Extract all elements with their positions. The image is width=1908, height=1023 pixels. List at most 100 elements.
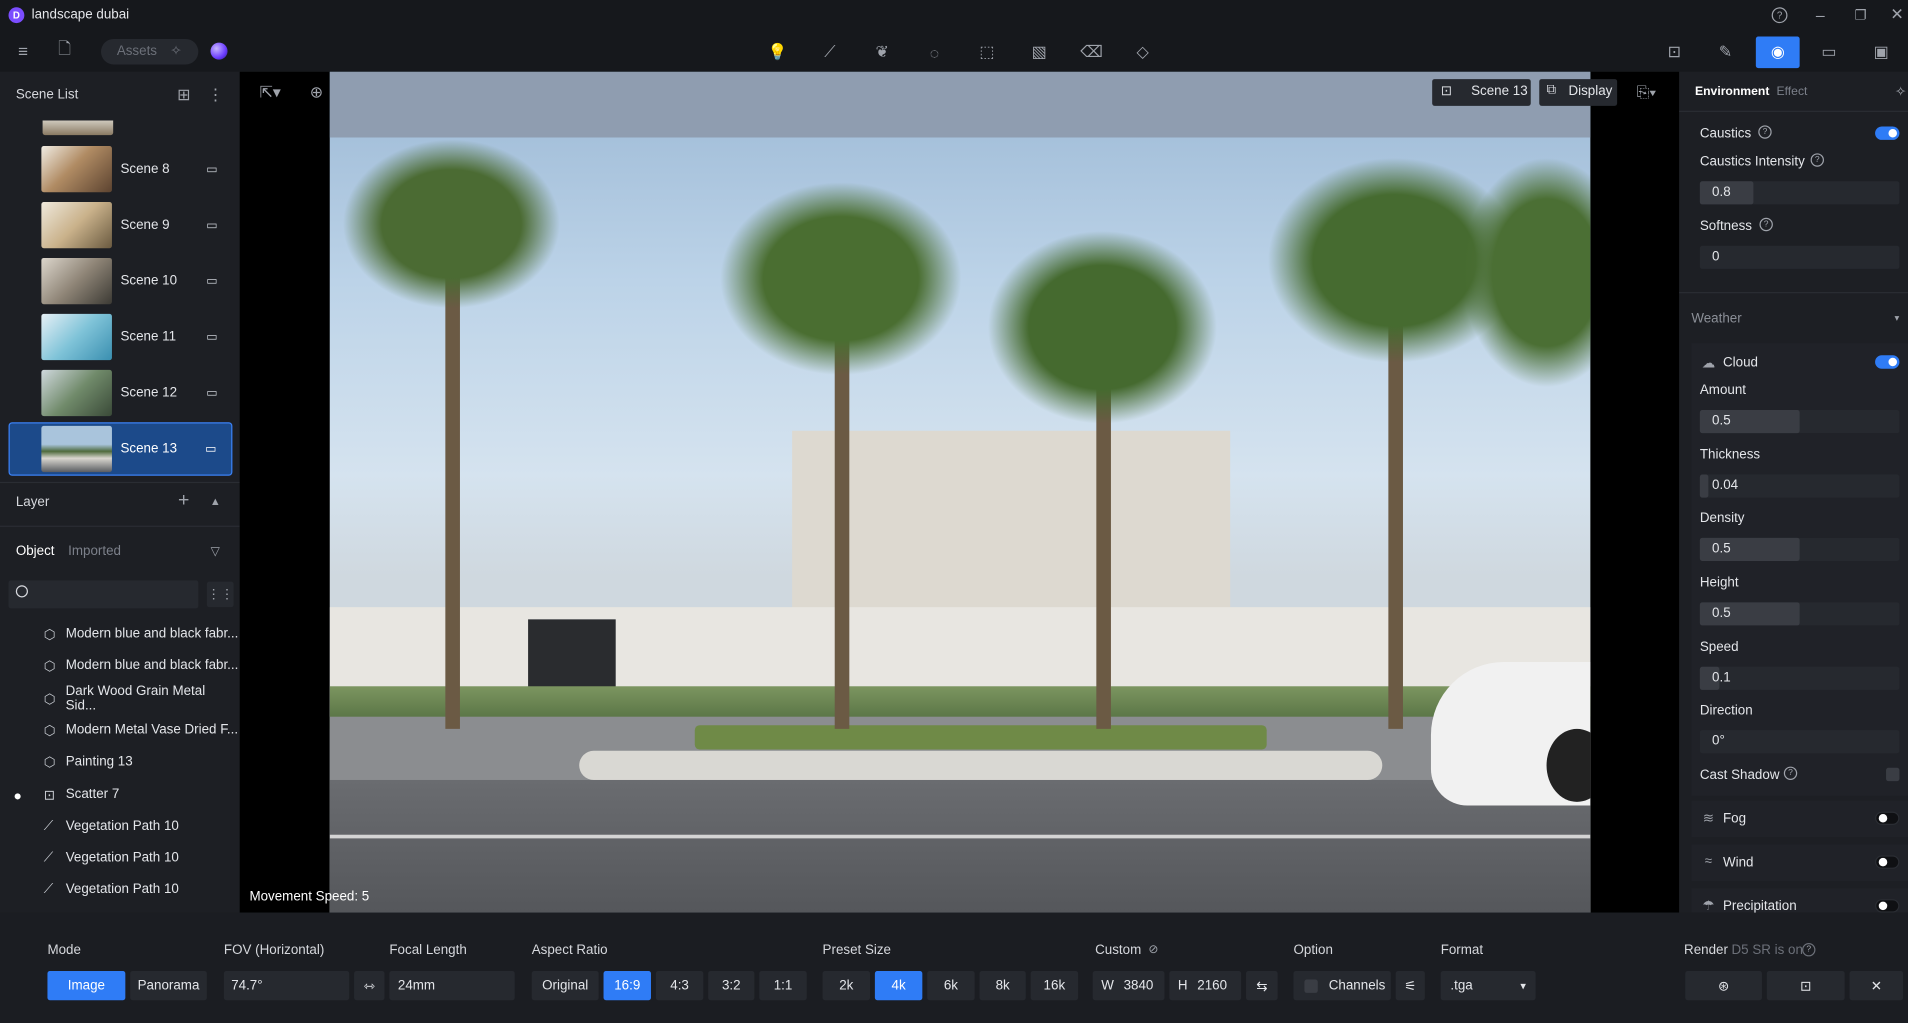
cast-shadow-checkbox[interactable]	[1886, 767, 1900, 782]
export-icon[interactable]: ⇱▾	[254, 83, 286, 102]
scene-item-selected[interactable]: Scene 13 ▭	[8, 422, 233, 476]
layer-search-input[interactable]	[8, 580, 199, 609]
transform-icon[interactable]: ⬚	[976, 41, 998, 63]
camera-small-icon[interactable]: ▭	[206, 330, 218, 343]
chevron-down-icon[interactable]: ▾	[1891, 312, 1903, 324]
video-icon[interactable]: ▭	[1818, 41, 1840, 63]
aspect-3-2-button[interactable]: 3:2	[708, 971, 755, 1001]
fov-input[interactable]: 74.7°	[223, 971, 350, 1001]
scene-item[interactable]: Scene 10 ▭	[9, 254, 233, 308]
tab-environment[interactable]: Environment	[1695, 85, 1769, 98]
scene-selector[interactable]: ⊡ Scene 13	[1432, 79, 1531, 106]
aspect-original-button[interactable]: Original	[531, 971, 599, 1001]
cloud-toggle[interactable]	[1875, 355, 1900, 369]
tab-object[interactable]: Object	[16, 544, 55, 559]
height-slider[interactable]: 0.5	[1699, 602, 1900, 626]
globe-icon[interactable]: ⊕	[307, 83, 326, 102]
file-icon[interactable]: 🗋	[55, 39, 74, 60]
add-layer-icon[interactable]: +	[175, 490, 192, 511]
preset-16k-button[interactable]: 16k	[1030, 971, 1079, 1001]
render-image-button[interactable]: ⊡	[1766, 971, 1845, 1001]
collapse-icon[interactable]: ▲	[208, 493, 223, 510]
list-item[interactable]: ⟋ Vegetation Path 10	[29, 842, 238, 874]
more-options-icon[interactable]: ⋮	[207, 85, 223, 103]
amount-slider[interactable]: 0.5	[1699, 410, 1900, 434]
channels-checkbox[interactable]	[1304, 978, 1318, 993]
render-settings-icon[interactable]: ⊡	[1663, 41, 1685, 63]
flame-icon[interactable]: ◌	[924, 41, 946, 63]
camera-small-icon[interactable]: ▭	[205, 442, 217, 455]
swap-dimensions-icon[interactable]: ⇆	[1246, 971, 1278, 1001]
aspect-1-1-button[interactable]: 1:1	[759, 971, 807, 1001]
camera-small-icon[interactable]: ▭	[206, 162, 218, 175]
path-tool-icon[interactable]: ⟋	[819, 41, 841, 63]
help-icon[interactable]: ?	[1771, 7, 1788, 24]
softness-slider[interactable]: 0	[1699, 245, 1900, 269]
list-item[interactable]: ⊡ Scatter 7	[29, 779, 238, 811]
close-render-button[interactable]: ✕	[1849, 971, 1904, 1001]
preset-6k-button[interactable]: 6k	[927, 971, 975, 1001]
caustics-intensity-slider[interactable]: 0.8	[1699, 181, 1900, 205]
width-input[interactable]: W 3840	[1092, 971, 1165, 1001]
light-bulb-icon[interactable]: 💡	[767, 41, 789, 63]
aspect-16-9-button[interactable]: 16:9	[603, 971, 651, 1001]
unlink-icon[interactable]: ⊘	[1146, 942, 1161, 957]
gallery-icon[interactable]: ▣	[1870, 41, 1892, 63]
caustics-toggle[interactable]	[1875, 126, 1900, 140]
thickness-slider[interactable]: 0.04	[1699, 474, 1900, 498]
preset-2k-button[interactable]: 2k	[822, 971, 871, 1001]
speed-slider[interactable]: 0.1	[1699, 666, 1900, 690]
aspect-4-3-button[interactable]: 4:3	[655, 971, 704, 1001]
info-icon[interactable]: ?	[1758, 125, 1772, 139]
brush-icon[interactable]: ⌫	[1080, 41, 1102, 63]
list-item[interactable]: ⬡ Modern blue and black fabr...	[29, 618, 239, 650]
scene-item[interactable]: Scene 8 ▭	[9, 142, 233, 196]
camera-small-icon[interactable]: ▭	[206, 386, 218, 399]
info-icon[interactable]: ?	[1802, 943, 1816, 957]
list-item[interactable]: ⬡ Modern Metal Vase Dried F...	[29, 714, 238, 746]
list-item[interactable]: ⟋ Vegetation Path 10	[29, 810, 238, 842]
edit-image-icon[interactable]: ✎	[1714, 41, 1736, 63]
preset-8k-button[interactable]: 8k	[979, 971, 1026, 1001]
leaf-icon[interactable]: ❦	[871, 41, 893, 63]
add-scene-icon[interactable]: ⊞	[175, 85, 192, 103]
fov-lock-icon[interactable]: ⇿	[354, 971, 385, 1001]
list-item[interactable]: ⬡ Dark Wood Grain Metal Sid...	[29, 683, 238, 715]
tab-effect[interactable]: Effect	[1777, 85, 1808, 98]
precipitation-toggle[interactable]	[1875, 899, 1900, 913]
channels-option[interactable]: Channels	[1293, 971, 1391, 1001]
camera-small-icon[interactable]: ▭	[206, 218, 218, 231]
mode-panorama-button[interactable]: Panorama	[130, 971, 207, 1001]
info-icon[interactable]: ?	[1783, 766, 1798, 780]
render-settings-button[interactable]: ⊛	[1685, 971, 1762, 1001]
ai-settings-icon[interactable]: ✧	[1893, 83, 1908, 100]
scene-item[interactable]: Scene 12 ▭	[9, 366, 233, 420]
mode-image-button[interactable]: Image	[47, 971, 126, 1001]
channel-settings-icon[interactable]: ⚟	[1395, 971, 1425, 1001]
preset-4k-button[interactable]: 4k	[874, 971, 923, 1001]
info-icon[interactable]: ?	[1759, 217, 1773, 232]
weather-section-title[interactable]: Weather	[1691, 312, 1741, 327]
render-viewport[interactable]: ⇱▾ ⊕ ✎ ⊡	[239, 71, 1680, 913]
direction-slider[interactable]: 0°	[1699, 730, 1900, 754]
scene-item[interactable]: Scene 9 ▭	[9, 198, 233, 252]
camera-small-icon[interactable]: ▭	[206, 274, 218, 287]
grid-view-icon[interactable]: ⋮⋮	[206, 581, 234, 608]
list-item[interactable]: ⬡ Modern blue and black fabr...	[29, 650, 239, 682]
terrain-icon[interactable]: ◇	[1132, 41, 1154, 63]
display-button[interactable]: ⧉ Display	[1539, 79, 1618, 106]
minimize-icon[interactable]: –	[1811, 5, 1830, 24]
list-item[interactable]: ⬡ Painting 13	[29, 746, 238, 778]
format-select[interactable]: .tga ▾	[1440, 971, 1536, 1001]
close-icon[interactable]: ✕	[1887, 5, 1906, 24]
menu-icon[interactable]: ≡	[13, 41, 32, 60]
list-item[interactable]: ⟋ Vegetation Path 10	[29, 874, 238, 906]
ai-orb-icon[interactable]	[210, 42, 228, 60]
density-slider[interactable]: 0.5	[1699, 537, 1900, 561]
tab-imported[interactable]: Imported	[68, 544, 121, 559]
camera-icon[interactable]: ◉	[1755, 36, 1800, 69]
focal-length-input[interactable]: 24mm	[389, 971, 515, 1001]
view-options-icon[interactable]: ⎘▾	[1632, 83, 1661, 102]
fog-toggle[interactable]	[1875, 811, 1900, 825]
height-input[interactable]: H 2160	[1169, 971, 1242, 1001]
